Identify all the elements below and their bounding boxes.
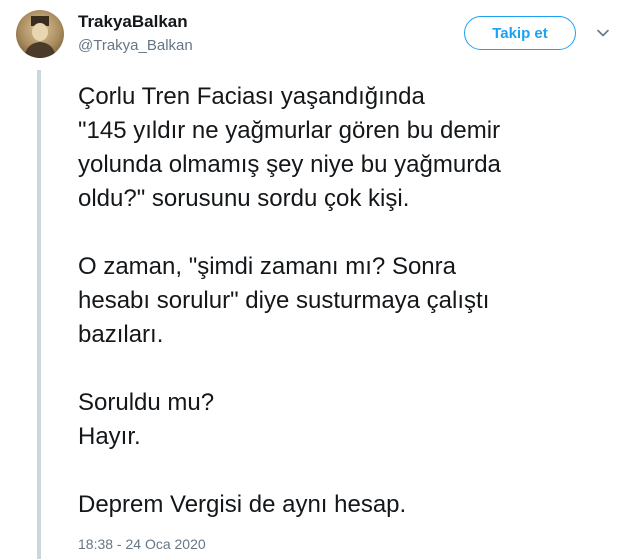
tweet-paragraph: O zaman, "şimdi zamanı mı? Sonra hesabı … xyxy=(78,250,623,352)
chevron-down-icon[interactable] xyxy=(596,26,610,40)
tweet-line: Hayır. xyxy=(78,423,141,450)
tweet-paragraph: Çorlu Tren Faciası yaşandığında "145 yıl… xyxy=(78,80,623,216)
tweet-text: Çorlu Tren Faciası yaşandığında "145 yıl… xyxy=(78,80,623,522)
follow-button[interactable]: Takip et xyxy=(464,16,576,50)
tweet-paragraph: Deprem Vergisi de aynı hesap. xyxy=(78,488,623,522)
tweet-line: yolunda olmamış şey niye bu yağmurda xyxy=(78,151,501,178)
portrait-avatar-icon xyxy=(24,16,56,58)
tweet-line: Çorlu Tren Faciası yaşandığında xyxy=(78,83,425,110)
tweet-line: bazıları. xyxy=(78,321,164,348)
tweet-line: oldu?" sorusunu sordu çok kişi. xyxy=(78,185,410,212)
avatar[interactable] xyxy=(16,10,64,58)
user-display-name[interactable]: TrakyaBalkan xyxy=(78,12,188,32)
user-handle[interactable]: @Trakya_Balkan xyxy=(78,37,193,54)
tweet-line: hesabı sorulur" diye susturmaya çalıştı xyxy=(78,287,490,314)
tweet-line: Deprem Vergisi de aynı hesap. xyxy=(78,491,407,518)
thread-connector-line xyxy=(37,70,41,559)
tweet-line: Soruldu mu? xyxy=(78,389,215,416)
tweet-line: "145 yıldır ne yağmurlar gören bu demir xyxy=(78,117,501,144)
tweet-timestamp[interactable]: 18:38 - 24 Oca 2020 xyxy=(78,536,206,552)
tweet-line: O zaman, "şimdi zamanı mı? Sonra xyxy=(78,253,456,280)
tweet-paragraph: Soruldu mu? Hayır. xyxy=(78,386,623,454)
